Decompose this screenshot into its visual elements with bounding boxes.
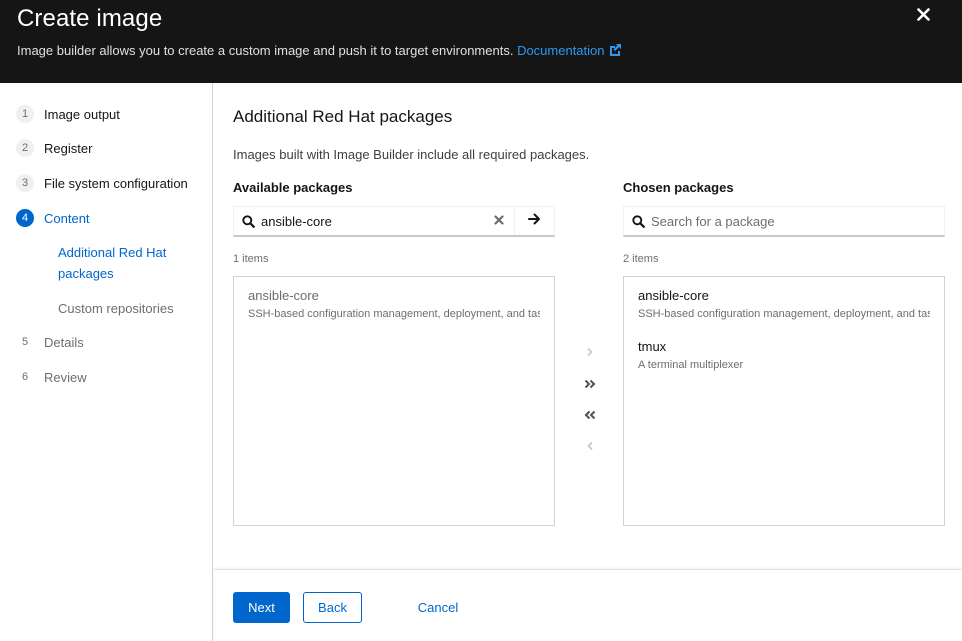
step-label: Review [44, 369, 87, 385]
chosen-list: ansible-core SSH-based configuration man… [623, 276, 945, 526]
step-label: File system configuration [44, 175, 188, 191]
wizard-header: Create image Image builder allows you to… [0, 0, 962, 83]
wizard-description: Image builder allows you to create a cus… [17, 43, 622, 60]
package-description: A terminal multiplexer [638, 359, 744, 371]
chosen-search-input[interactable] [651, 207, 944, 235]
wizard-body: Additional Red Hat packages Images built… [214, 83, 962, 570]
substep-label-line2: packages [58, 266, 114, 281]
available-packages-label: Available packages [233, 180, 353, 195]
available-count: 1 items [233, 253, 269, 265]
step-number: 3 [16, 174, 34, 192]
add-selected-button[interactable] [579, 342, 601, 364]
nav-substep-additional-red-hat-packages[interactable]: Additional Red Hat packages [58, 242, 166, 284]
chosen-count: 2 items [623, 253, 659, 265]
close-button[interactable] [912, 6, 934, 28]
documentation-link[interactable]: Documentation [517, 43, 621, 58]
chosen-list-item[interactable]: tmux A terminal multiplexer [624, 322, 944, 373]
chosen-search [623, 206, 945, 237]
step-number: 5 [21, 336, 29, 348]
back-button[interactable]: Back [303, 592, 362, 623]
package-name: ansible-core [248, 288, 319, 303]
clear-search-button[interactable] [484, 207, 514, 235]
external-link-icon [608, 43, 622, 60]
substep-label-line1: Additional Red Hat [58, 245, 167, 260]
documentation-link-label: Documentation [517, 43, 605, 58]
package-description: SSH-based configuration management, depl… [638, 308, 930, 320]
available-search [233, 206, 555, 237]
angle-double-right-icon [584, 376, 596, 394]
package-name: tmux [638, 339, 667, 354]
step-number: 2 [16, 139, 34, 157]
step-label: Image output [44, 106, 120, 122]
wizard-footer: Next Back Cancel [214, 569, 962, 641]
available-list-item[interactable]: ansible-core SSH-based configuration man… [234, 277, 554, 322]
angle-right-icon [586, 344, 594, 362]
available-search-input[interactable] [261, 207, 484, 235]
nav-step-details: 5 Details [16, 333, 84, 351]
remove-selected-button[interactable] [579, 436, 601, 458]
step-label: Content [44, 210, 90, 226]
chosen-list-item[interactable]: ansible-core SSH-based configuration man… [624, 277, 944, 322]
arrow-right-icon [528, 212, 541, 230]
search-icon [242, 214, 255, 228]
wizard-nav: 1 Image output 2 Register 3 File system … [0, 83, 213, 641]
next-button[interactable]: Next [233, 592, 290, 623]
nav-step-register[interactable]: 2 Register [16, 139, 92, 157]
close-icon [916, 8, 930, 26]
nav-step-content[interactable]: 4 Content [16, 209, 90, 227]
nav-substep-custom-repositories[interactable]: Custom repositories [58, 298, 174, 319]
step-number: 6 [21, 371, 29, 383]
page-title: Additional Red Hat packages [233, 107, 453, 126]
nav-step-file-system-configuration[interactable]: 3 File system configuration [16, 174, 188, 192]
add-all-button[interactable] [579, 374, 601, 396]
description-text: Image builder allows you to create a cus… [17, 43, 514, 58]
wizard-title: Create image [17, 5, 163, 32]
page-description: Images built with Image Builder include … [233, 147, 590, 162]
nav-step-image-output[interactable]: 1 Image output [16, 105, 120, 123]
package-description: SSH-based configuration management, depl… [248, 308, 540, 320]
available-list: ansible-core SSH-based configuration man… [233, 276, 555, 526]
search-submit-button[interactable] [514, 207, 554, 235]
step-number: 4 [16, 209, 34, 227]
angle-double-left-icon [584, 407, 596, 425]
clear-icon [494, 212, 504, 230]
package-name: ansible-core [638, 288, 709, 303]
cancel-button[interactable]: Cancel [410, 592, 466, 623]
step-number: 1 [16, 105, 34, 123]
step-label: Register [44, 140, 93, 156]
search-icon [632, 214, 645, 228]
remove-all-button[interactable] [579, 405, 601, 427]
nav-step-review: 6 Review [16, 368, 87, 386]
step-label: Details [44, 334, 84, 350]
chosen-packages-label: Chosen packages [623, 180, 734, 195]
angle-left-icon [586, 438, 594, 456]
